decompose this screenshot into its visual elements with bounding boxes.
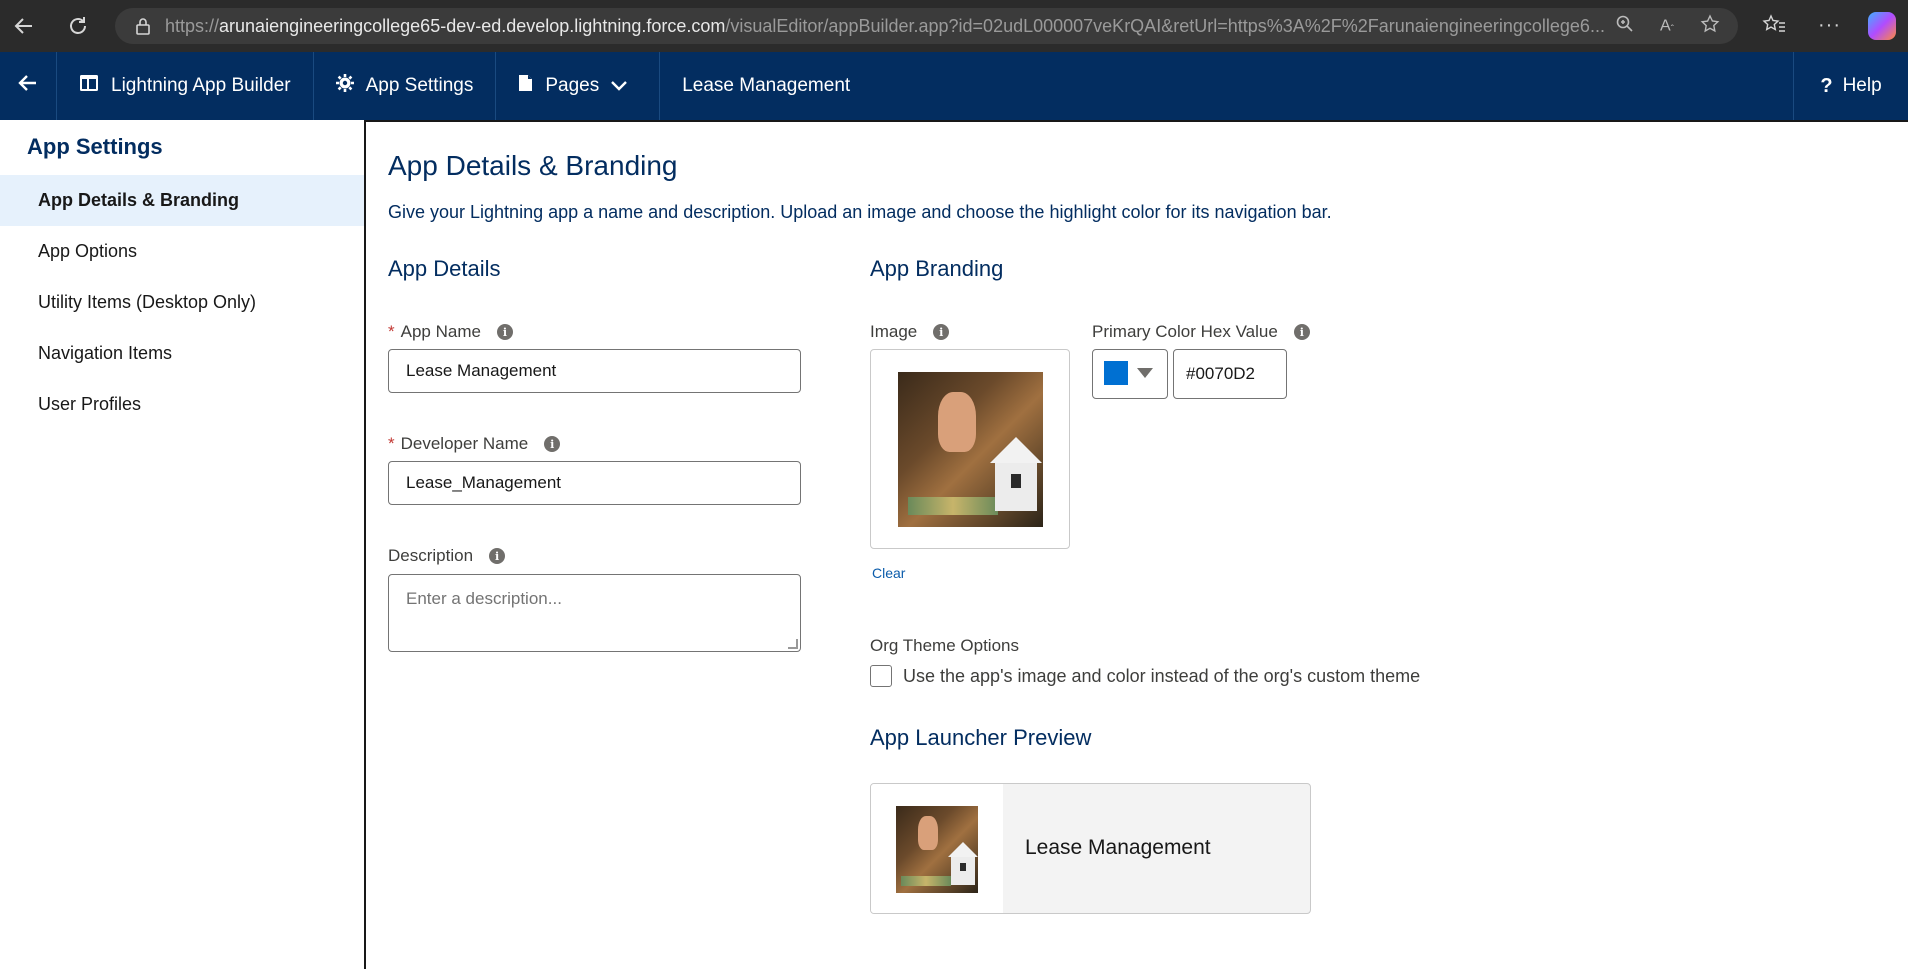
zoom-icon[interactable] bbox=[1616, 15, 1634, 38]
copilot-icon[interactable] bbox=[1868, 12, 1896, 40]
browser-toolbar: https://arunaiengineeringcollege65-dev-e… bbox=[0, 0, 1908, 52]
page-title: App Details & Branding bbox=[388, 150, 678, 181]
clear-image-link[interactable]: Clear bbox=[872, 565, 905, 581]
favorites-icon[interactable] bbox=[1762, 14, 1786, 41]
preview-image-area bbox=[871, 784, 1003, 913]
image-label-text: Image bbox=[870, 322, 918, 341]
preview-app-image bbox=[896, 806, 978, 893]
org-theme-label: Org Theme Options bbox=[870, 636, 1019, 655]
sidebar-item-label: App Details & Branding bbox=[38, 190, 240, 210]
lightning-app-builder-button[interactable]: Lightning App Builder bbox=[57, 52, 314, 120]
page-description: Give your Lightning app a name and descr… bbox=[388, 202, 1332, 222]
sidebar-item-navigation-items[interactable]: Navigation Items bbox=[0, 328, 364, 379]
info-icon[interactable]: i bbox=[544, 436, 561, 452]
color-picker-button[interactable] bbox=[1092, 349, 1168, 399]
lock-icon bbox=[135, 17, 151, 35]
settings-sidebar: App Settings App Details & Branding App … bbox=[0, 120, 364, 969]
gear-icon bbox=[335, 74, 354, 98]
chevron-down-icon bbox=[611, 75, 628, 97]
hex-color-input[interactable]: #0070D2 bbox=[1173, 349, 1287, 399]
refresh-icon[interactable] bbox=[64, 12, 92, 40]
image-upload-box[interactable] bbox=[870, 349, 1070, 549]
sidebar-title: App Settings bbox=[27, 134, 163, 159]
app-details-heading: App Details bbox=[388, 256, 501, 281]
favorite-star-icon[interactable] bbox=[1700, 13, 1720, 39]
app-name-label: * App Name i bbox=[388, 322, 513, 342]
caret-down-icon bbox=[1137, 368, 1153, 378]
main-panel: App Details & Branding Give your Lightni… bbox=[364, 120, 1908, 969]
description-placeholder: Enter a description... bbox=[406, 589, 562, 608]
app-builder-header: Lightning App Builder App Settings Pages… bbox=[0, 52, 1908, 120]
pages-label: Pages bbox=[545, 75, 600, 96]
color-swatch bbox=[1104, 361, 1128, 385]
help-question-icon: ? bbox=[1820, 74, 1833, 97]
current-app-label: Lease Management bbox=[682, 75, 851, 96]
url-host: arunaiengineeringcollege65-dev-ed.develo… bbox=[219, 15, 726, 36]
help-label: Help bbox=[1842, 75, 1882, 96]
address-bar[interactable]: https://arunaiengineeringcollege65-dev-e… bbox=[115, 8, 1738, 44]
app-image-thumbnail bbox=[898, 372, 1043, 527]
sidebar-item-label: Utility Items (Desktop Only) bbox=[38, 292, 257, 312]
back-button[interactable] bbox=[0, 52, 57, 120]
lightning-app-builder-label: Lightning App Builder bbox=[111, 75, 291, 96]
info-icon[interactable]: i bbox=[489, 548, 506, 564]
more-menu-icon[interactable]: ··· bbox=[1818, 14, 1841, 37]
image-label: Image i bbox=[870, 322, 950, 342]
preview-app-name: Lease Management bbox=[1025, 836, 1211, 859]
info-icon[interactable]: i bbox=[933, 324, 950, 340]
app-branding-heading: App Branding bbox=[870, 256, 1004, 281]
info-icon[interactable]: i bbox=[496, 324, 513, 340]
app-settings-button[interactable]: App Settings bbox=[314, 52, 497, 120]
back-arrow-icon bbox=[18, 74, 38, 98]
description-label-text: Description bbox=[388, 546, 474, 565]
read-aloud-icon[interactable]: Aꞈ bbox=[1660, 16, 1674, 35]
pages-dropdown[interactable]: Pages bbox=[496, 52, 661, 120]
primary-color-label-text: Primary Color Hex Value bbox=[1092, 322, 1278, 341]
back-arrow-icon[interactable] bbox=[10, 12, 38, 40]
primary-color-label: Primary Color Hex Value i bbox=[1092, 322, 1310, 342]
url-path: /visualEditor/appBuilder.app?id=02udL000… bbox=[725, 15, 1605, 36]
resize-handle[interactable] bbox=[788, 639, 798, 649]
sidebar-item-app-options[interactable]: App Options bbox=[0, 226, 364, 277]
description-textarea[interactable]: Enter a description... bbox=[388, 574, 801, 652]
org-theme-checkbox[interactable] bbox=[870, 665, 892, 687]
developer-name-label-text: Developer Name bbox=[400, 434, 529, 453]
hex-color-value: #0070D2 bbox=[1186, 364, 1256, 383]
help-button[interactable]: ? Help bbox=[1793, 52, 1908, 120]
org-theme-checkbox-label: Use the app's image and color instead of… bbox=[903, 666, 1421, 686]
sidebar-item-user-profiles[interactable]: User Profiles bbox=[0, 379, 364, 430]
developer-name-label: * Developer Name i bbox=[388, 434, 561, 454]
sidebar-item-utility-items[interactable]: Utility Items (Desktop Only) bbox=[0, 277, 364, 328]
app-name-input[interactable]: Lease Management bbox=[388, 349, 801, 393]
sidebar-item-label: Navigation Items bbox=[38, 343, 173, 363]
developer-name-value: Lease_Management bbox=[406, 473, 562, 492]
sidebar-item-app-details-branding[interactable]: App Details & Branding bbox=[0, 175, 364, 226]
app-name-label-text: App Name bbox=[400, 322, 481, 341]
required-asterisk: * bbox=[388, 434, 395, 453]
url-prefix: https:// bbox=[165, 15, 220, 36]
app-launcher-preview-heading: App Launcher Preview bbox=[870, 725, 1092, 750]
page-icon bbox=[518, 74, 533, 98]
app-builder-icon bbox=[79, 74, 99, 98]
sidebar-item-label: App Options bbox=[38, 241, 138, 261]
info-icon[interactable]: i bbox=[1293, 324, 1310, 340]
sidebar-item-label: User Profiles bbox=[38, 394, 142, 414]
required-asterisk: * bbox=[388, 322, 395, 341]
developer-name-input[interactable]: Lease_Management bbox=[388, 461, 801, 505]
description-label: Description i bbox=[388, 546, 506, 566]
app-settings-label: App Settings bbox=[365, 75, 474, 96]
app-name-value: Lease Management bbox=[406, 361, 557, 380]
current-app-name: Lease Management bbox=[660, 52, 872, 120]
app-launcher-preview-card: Lease Management bbox=[870, 783, 1311, 914]
